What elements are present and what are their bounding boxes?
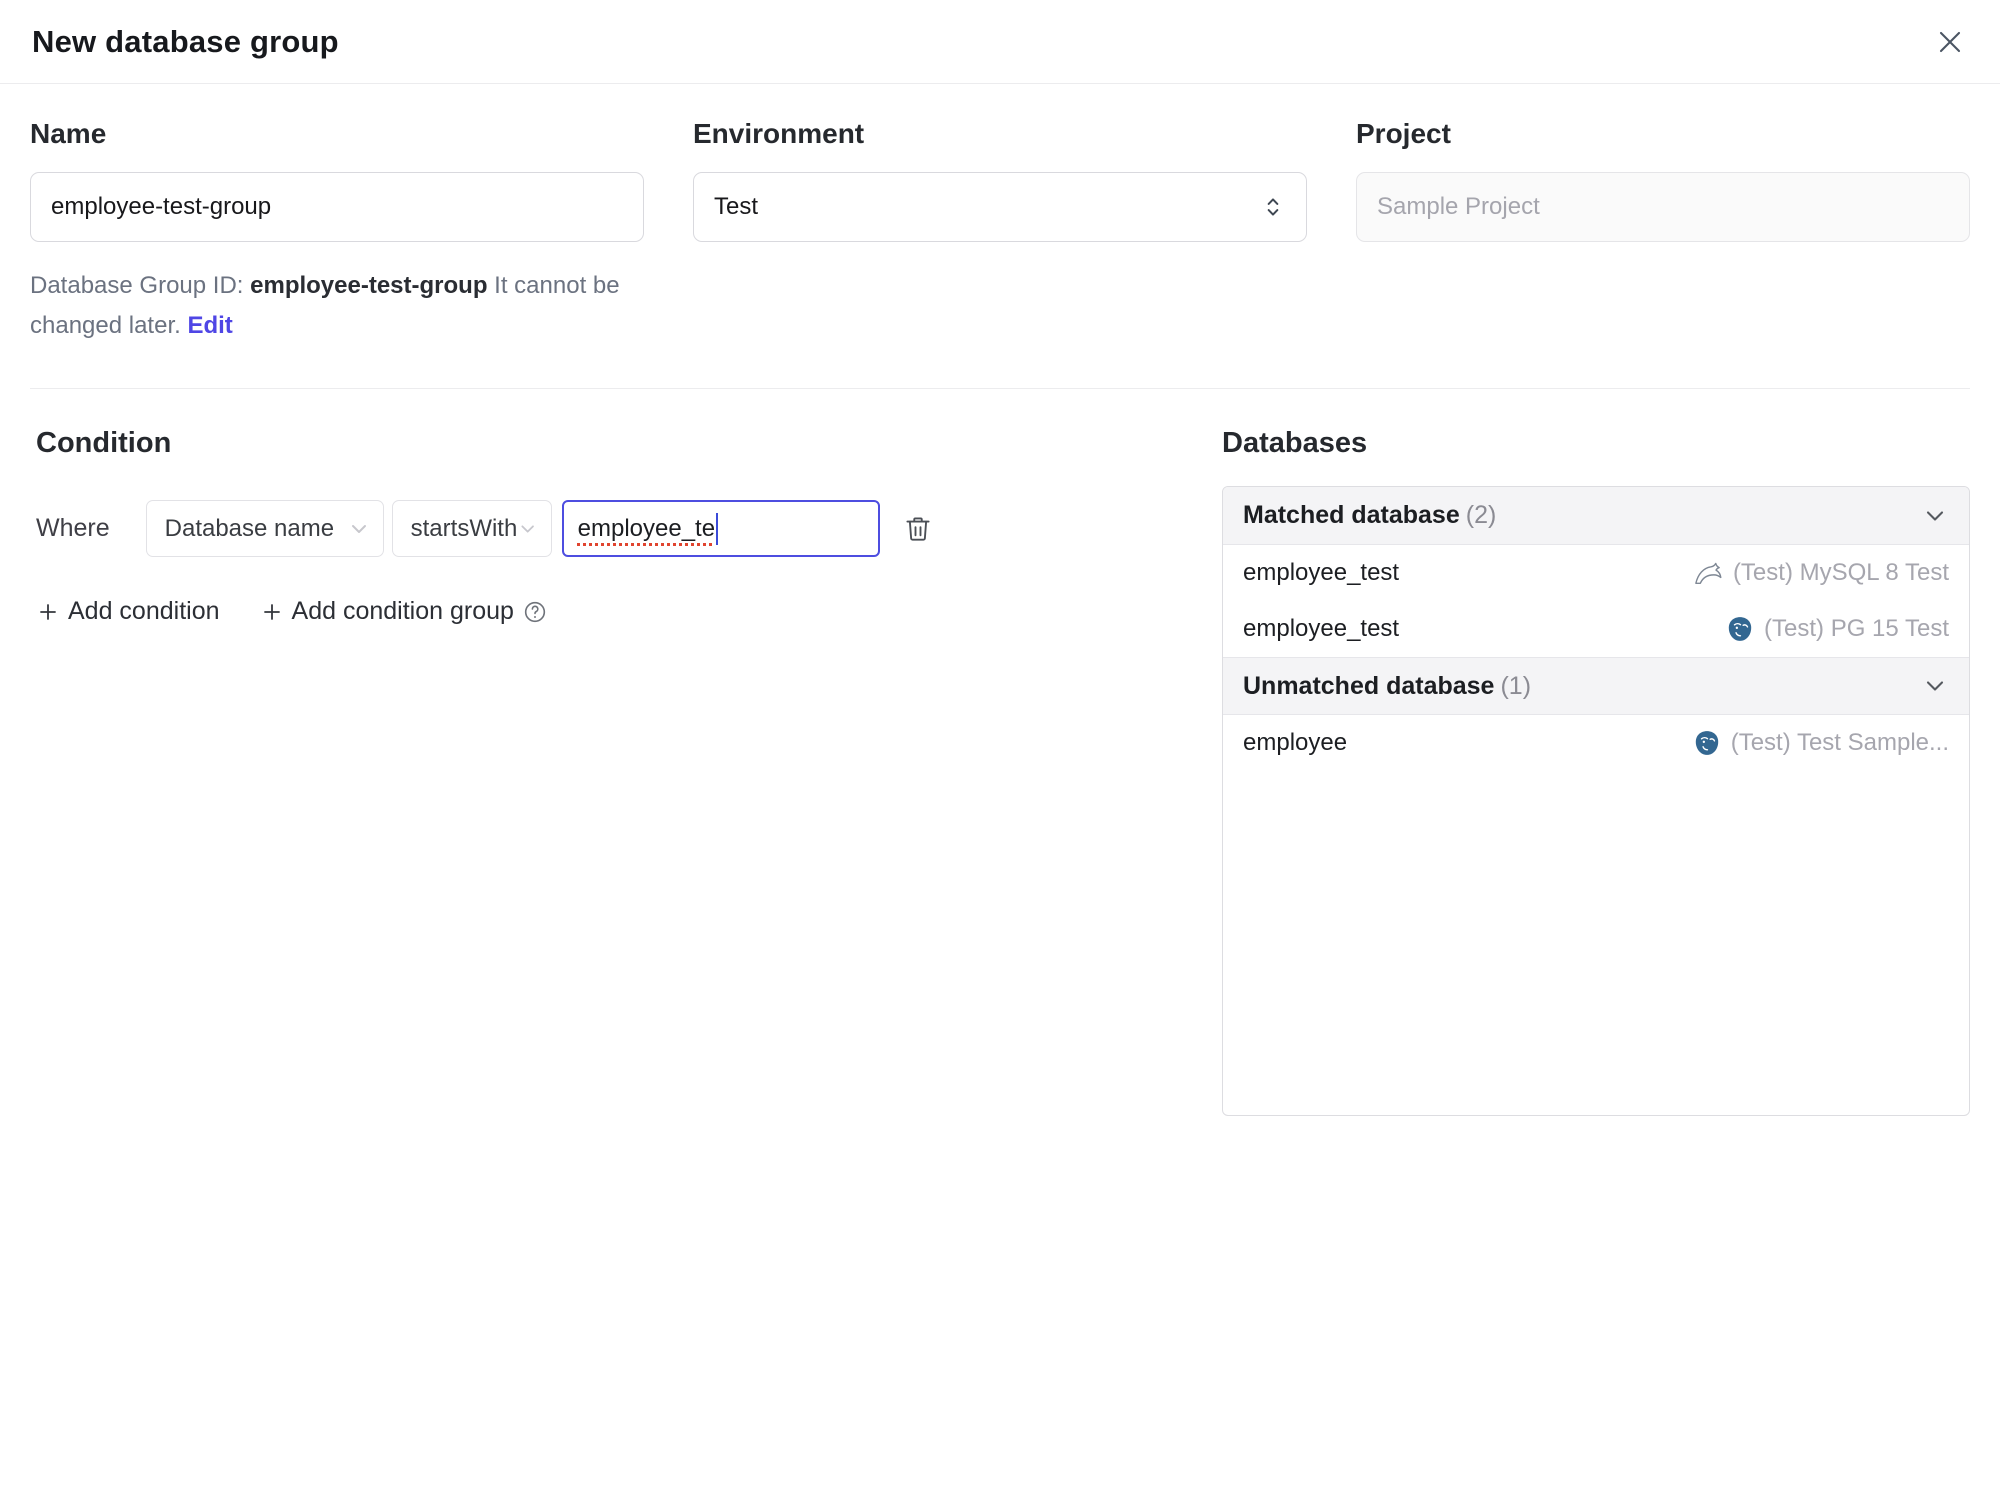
database-group-id-hint: Database Group ID: employee-test-group I… (30, 266, 658, 346)
condition-section: Condition Where Database name startsWith (30, 427, 1222, 626)
database-instance: (Test) Test Sample... (1693, 729, 1949, 757)
dialog-header: New database group (0, 0, 2000, 84)
unmatched-database-header-label: Unmatched database (1) (1243, 671, 1532, 700)
select-updown-icon (1267, 198, 1279, 216)
name-label: Name (30, 118, 107, 149)
plus-icon (40, 603, 56, 620)
database-name: employee_test (1243, 559, 1400, 586)
matched-database-header[interactable]: Matched database (2) (1223, 487, 1969, 545)
database-name: employee (1243, 729, 1348, 756)
chevron-down-icon (1926, 510, 1944, 521)
unmatched-database-header[interactable]: Unmatched database (1) (1223, 657, 1969, 715)
condition-operator-select[interactable]: startsWith (391, 500, 552, 557)
databases-panel: Matched database (2) employee_test (Test)… (1222, 486, 1970, 1116)
close-icon (1939, 31, 1961, 52)
database-name: employee_test (1243, 615, 1400, 642)
database-instance: (Test) PG 15 Test (1726, 615, 1949, 643)
help-circle-icon[interactable] (522, 599, 548, 625)
section-divider (30, 388, 1970, 389)
database-row: employee_test (Test) PG 15 Test (1223, 601, 1969, 657)
databases-section: Databases Matched database (2) employee_t… (1222, 427, 1970, 1116)
plus-icon (263, 603, 280, 620)
database-row: employee_test (Test) MySQL 8 Test (1223, 545, 1969, 601)
project-select-value: Sample Project (1377, 193, 1540, 220)
condition-field-select[interactable]: Database name (145, 500, 384, 557)
mysql-icon (1695, 562, 1722, 584)
add-condition-group-label: Add condition group (291, 597, 514, 625)
condition-actions: Add condition Add condition group (36, 597, 1222, 626)
condition-value-input[interactable]: employee_te (561, 500, 880, 557)
database-instance-label: (Test) MySQL 8 Test (1732, 559, 1949, 586)
chevron-down-icon (1926, 681, 1944, 691)
database-row: employee (Test) Test Sample... (1223, 715, 1969, 771)
databases-title: Databases (1222, 427, 1368, 459)
edit-link[interactable]: Edit (187, 312, 232, 339)
matched-database-header-label: Matched database (2) (1243, 501, 1497, 529)
environment-field-group: Environment Test (693, 118, 1307, 242)
add-condition-button[interactable]: Add condition (36, 597, 220, 626)
postgres-icon (1695, 731, 1718, 755)
postgres-icon (1728, 617, 1752, 641)
chevron-down-icon (351, 524, 366, 533)
project-label: Project (1356, 118, 1451, 149)
form-grid: Name Environment Test Project Sample Pro… (30, 118, 1970, 242)
environment-select-value: Test (714, 193, 759, 220)
name-field-group: Name (30, 118, 644, 242)
page-title: New database group (32, 23, 339, 59)
condition-operator-value: startsWith (410, 514, 518, 542)
database-instance-label: (Test) Test Sample... (1730, 729, 1949, 756)
condition-title: Condition (36, 427, 172, 459)
condition-field-value: Database name (164, 514, 335, 542)
chevron-down-icon (521, 524, 535, 533)
trash-icon (906, 516, 930, 541)
add-condition-group-button[interactable]: Add condition group (260, 597, 514, 626)
environment-label: Environment (693, 118, 865, 149)
condition-row: Where Database name startsWith employee_… (36, 500, 1222, 557)
environment-select[interactable]: Test (693, 172, 1307, 242)
name-input[interactable] (30, 172, 644, 242)
database-instance: (Test) MySQL 8 Test (1693, 559, 1949, 587)
database-group-id-value: employee-test-group (250, 272, 488, 299)
where-label: Where (36, 514, 110, 542)
database-instance-label: (Test) PG 15 Test (1764, 615, 1949, 642)
text-caret (716, 512, 719, 545)
condition-value-text: employee_te (577, 514, 716, 542)
panel-empty-space (1223, 771, 1969, 1115)
lower-section: Condition Where Database name startsWith (30, 427, 1970, 1116)
project-select[interactable]: Sample Project (1356, 172, 1970, 242)
delete-condition-button[interactable] (894, 505, 942, 553)
dialog-body: Name Environment Test Project Sample Pro… (0, 84, 2000, 1116)
close-button[interactable] (1932, 24, 1968, 60)
project-field-group: Project Sample Project (1356, 118, 1970, 242)
add-condition-label: Add condition (68, 597, 220, 625)
hint-prefix: Database Group ID: (30, 272, 251, 299)
